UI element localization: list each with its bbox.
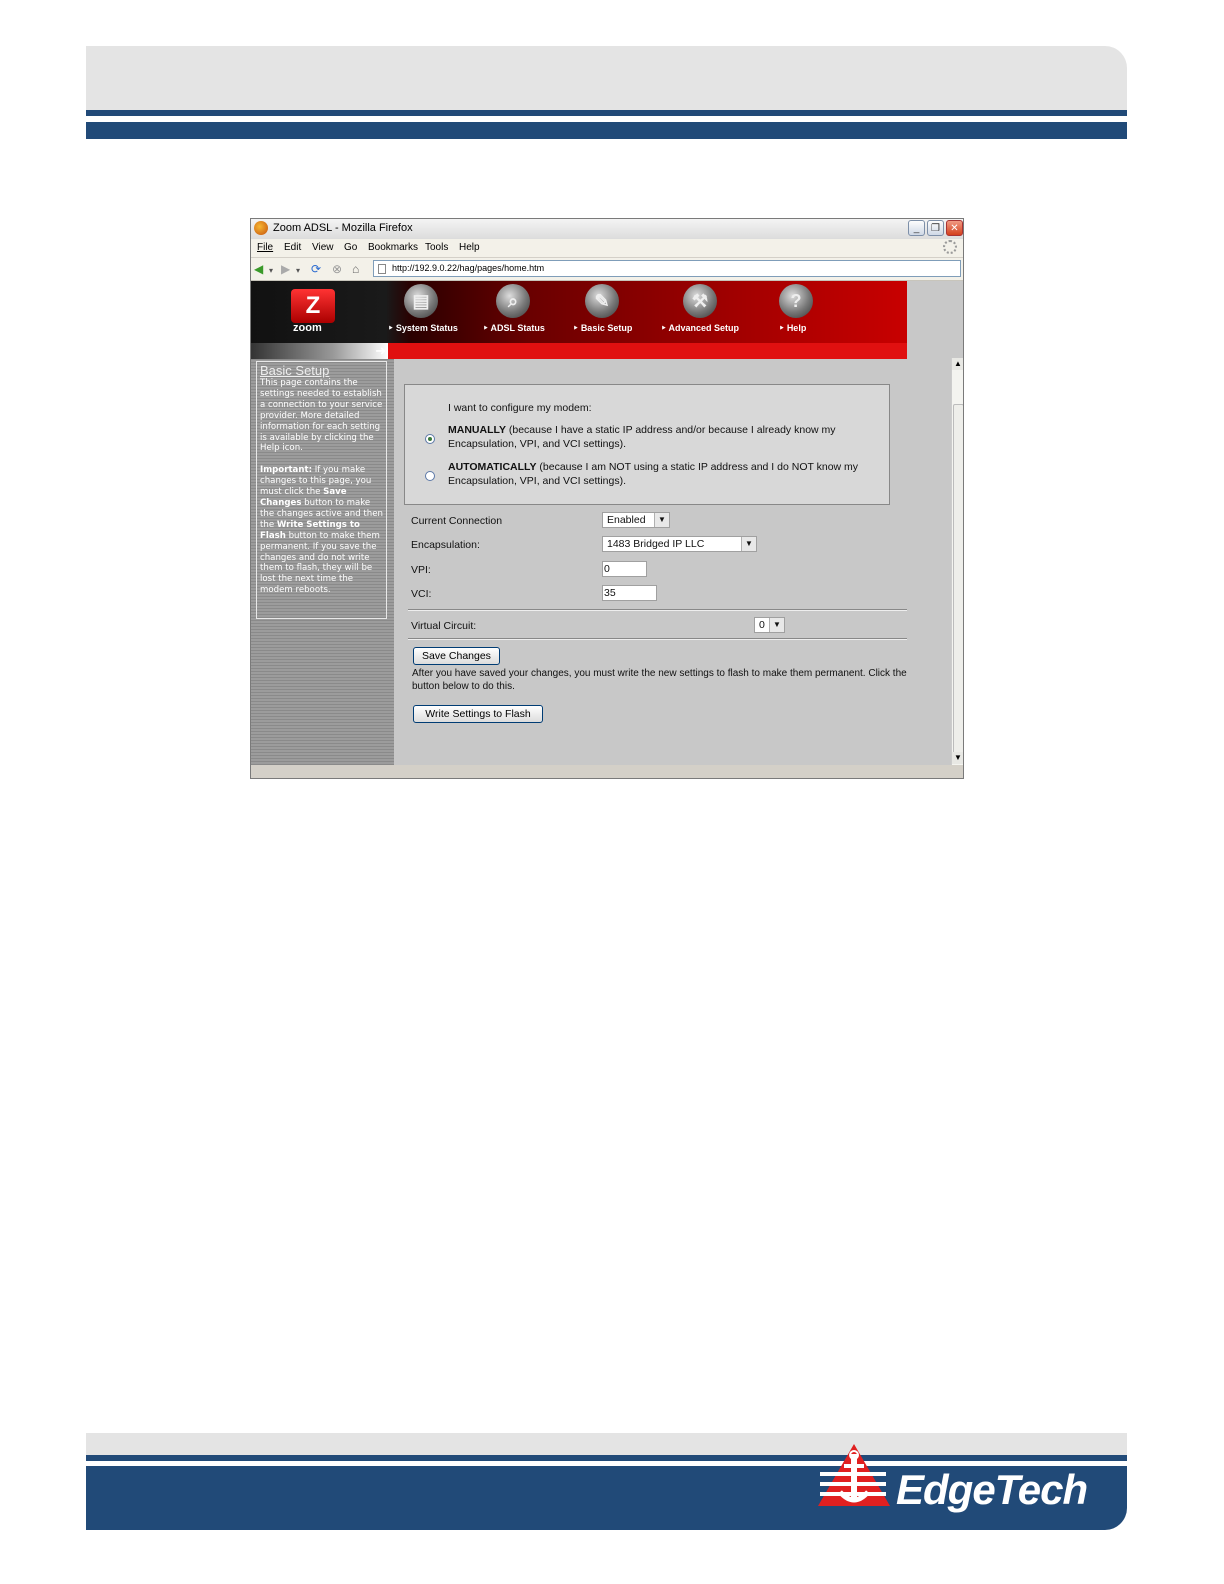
help-icon[interactable]: ? <box>779 284 813 318</box>
adsl-status-icon[interactable]: ⌕ <box>496 284 530 318</box>
encapsulation-select[interactable]: 1483 Bridged IP LLC ▼ <box>602 536 757 552</box>
zoom-banner: Z zoom ▤ ‣ System Status ⌕ ‣ ADSL Status… <box>251 281 907 343</box>
address-bar[interactable]: http://192.9.0.22/hag/pages/home.htm <box>373 260 961 277</box>
status-bar <box>251 765 963 778</box>
banner-arrow: ➜ <box>251 343 388 359</box>
vpi-label: VPI: <box>411 564 431 576</box>
title-bar: Zoom ADSL - Mozilla Firefox _ ❐ ✕ <box>251 219 963 240</box>
automatic-radio[interactable] <box>425 471 435 481</box>
page-header-band <box>86 46 1127 110</box>
manual-radio[interactable] <box>425 434 435 444</box>
navigation-toolbar: ◀ ▾ ▶ ▾ ⟳ ⊗ ⌂ http://192.9.0.22/hag/page… <box>251 258 963 281</box>
flash-note: After you have saved your changes, you m… <box>412 668 907 692</box>
back-dropdown-icon[interactable]: ▾ <box>269 264 273 278</box>
manual-option-text[interactable]: MANUALLY (because I have a static IP add… <box>448 424 868 451</box>
virtual-circuit-label: Virtual Circuit: <box>411 620 477 632</box>
forward-arrow-icon[interactable]: ▶ <box>281 262 290 276</box>
page-header-bar <box>86 122 1127 139</box>
menu-file[interactable]: File <box>257 242 273 253</box>
reload-icon[interactable]: ⟳ <box>311 262 321 276</box>
throbber-icon <box>943 240 957 254</box>
sidebar-title[interactable]: Basic Setup <box>260 364 383 377</box>
chevron-down-icon: ▼ <box>654 513 669 527</box>
encapsulation-label: Encapsulation: <box>411 539 480 551</box>
restore-button[interactable]: ❐ <box>927 220 944 236</box>
chevron-down-icon: ▼ <box>769 618 784 632</box>
automatic-option-text[interactable]: AUTOMATICALLY (because I am NOT using a … <box>448 461 868 488</box>
zoom-logo-text: zoom <box>293 322 322 334</box>
configure-prompt: I want to configure my modem: <box>448 402 592 414</box>
window-title: Zoom ADSL - Mozilla Firefox <box>273 222 413 234</box>
stop-icon[interactable]: ⊗ <box>332 262 342 276</box>
save-changes-button[interactable]: Save Changes <box>413 647 500 665</box>
home-icon[interactable]: ⌂ <box>352 262 359 276</box>
menu-help[interactable]: Help <box>459 242 480 253</box>
url-text: http://192.9.0.22/hag/pages/home.htm <box>392 263 545 273</box>
current-connection-label: Current Connection <box>411 515 503 527</box>
virtual-circuit-select[interactable]: 0 ▼ <box>754 617 785 633</box>
scroll-down-icon[interactable]: ▼ <box>952 752 963 764</box>
nav-adsl-status[interactable]: ‣ ADSL Status <box>483 323 545 334</box>
menu-bar: File Edit View Go Bookmarks Tools Help <box>251 239 963 258</box>
vertical-scrollbar[interactable]: ▲ ▼ <box>951 358 963 766</box>
write-settings-to-flash-button[interactable]: Write Settings to Flash <box>413 705 543 723</box>
edgetech-wordmark: EdgeTech <box>896 1466 1088 1513</box>
sidebar-help-box: Basic Setup This page contains the setti… <box>256 361 387 619</box>
arrow-icon: ➜ <box>375 343 386 358</box>
back-arrow-icon[interactable]: ◀ <box>254 262 263 276</box>
main-panel: I want to configure my modem: MANUALLY (… <box>394 359 907 765</box>
current-connection-select[interactable]: Enabled ▼ <box>602 512 670 528</box>
firefox-icon <box>254 221 268 235</box>
basic-setup-icon[interactable]: ✎ <box>585 284 619 318</box>
chevron-down-icon: ▼ <box>741 537 756 551</box>
menu-go[interactable]: Go <box>344 242 357 253</box>
menu-view[interactable]: View <box>312 242 334 253</box>
vci-input[interactable]: 35 <box>602 585 657 601</box>
menu-edit[interactable]: Edit <box>284 242 301 253</box>
nav-help[interactable]: ‣ Help <box>779 323 806 334</box>
nav-advanced-setup[interactable]: ‣ Advanced Setup <box>661 323 739 334</box>
browser-window: Zoom ADSL - Mozilla Firefox _ ❐ ✕ File E… <box>250 218 964 779</box>
divider <box>408 638 907 640</box>
vci-label: VCI: <box>411 588 432 600</box>
nav-system-status[interactable]: ‣ System Status <box>388 323 458 334</box>
scroll-up-icon[interactable]: ▲ <box>952 358 963 370</box>
nav-basic-setup[interactable]: ‣ Basic Setup <box>573 323 632 334</box>
system-status-icon[interactable]: ▤ <box>404 284 438 318</box>
menu-tools[interactable]: Tools <box>425 242 448 253</box>
sidebar: Basic Setup This page contains the setti… <box>251 359 394 765</box>
vpi-input[interactable]: 0 <box>602 561 647 577</box>
sidebar-intro: This page contains the settings needed t… <box>260 378 383 454</box>
menu-bookmarks[interactable]: Bookmarks <box>368 242 418 253</box>
page-icon <box>378 264 386 274</box>
minimize-button[interactable]: _ <box>908 220 925 236</box>
advanced-setup-icon[interactable]: ⚒ <box>683 284 717 318</box>
web-content: Z zoom ▤ ‣ System Status ⌕ ‣ ADSL Status… <box>251 281 963 778</box>
divider <box>408 609 907 611</box>
forward-dropdown-icon[interactable]: ▾ <box>296 264 300 278</box>
scroll-thumb[interactable] <box>953 404 963 762</box>
configure-mode-box: I want to configure my modem: MANUALLY (… <box>404 384 890 505</box>
zoom-logo: Z <box>291 289 335 323</box>
close-button[interactable]: ✕ <box>946 220 963 236</box>
